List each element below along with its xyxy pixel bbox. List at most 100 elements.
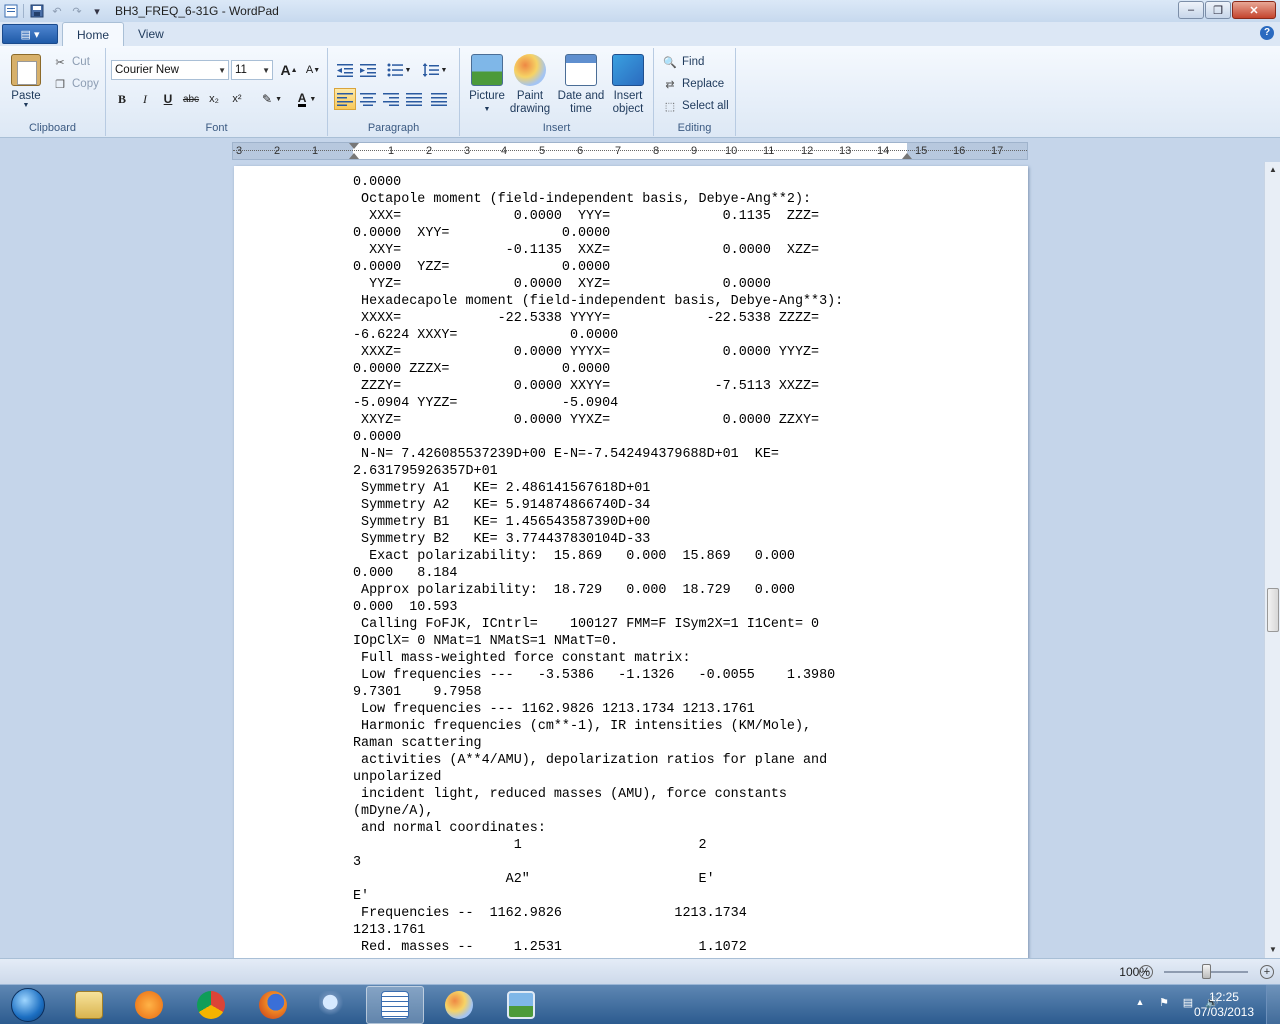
document-page[interactable]: 0.0000 Octapole moment (field-independen… [234, 166, 1028, 958]
document-line: Low frequencies --- 1162.9826 1213.1734 … [353, 702, 755, 717]
document-line: 0.0000 YZZ= 0.0000 [353, 260, 611, 275]
scroll-down-icon[interactable]: ▼ [1265, 942, 1280, 958]
scroll-thumb[interactable] [1267, 588, 1279, 632]
photo-viewer-icon [507, 991, 535, 1019]
shrink-font-icon: A [305, 64, 314, 76]
strikethrough-button[interactable]: abc [180, 88, 202, 110]
redo-icon[interactable]: ↷ [67, 2, 87, 20]
document-line: ZZZY= 0.0000 XXYY= -7.5113 XXZZ= [353, 379, 820, 394]
decrease-indent-icon[interactable] [334, 59, 356, 81]
wordpad-app-icon[interactable] [2, 2, 20, 20]
shrink-font-button[interactable]: A ▼ [302, 59, 324, 81]
zoom-slider-knob[interactable] [1202, 964, 1211, 979]
document-line: -5.0904 YYZZ= -5.0904 [353, 396, 619, 411]
font-color-button[interactable]: A ▼ [290, 88, 324, 110]
chevron-down-icon: ▼ [309, 95, 317, 103]
taskbar-paint[interactable] [430, 986, 488, 1024]
ruler-label: 2 [426, 145, 433, 157]
italic-button[interactable]: I [134, 88, 156, 110]
paragraph-dialog-icon[interactable] [428, 88, 450, 110]
document-line: Symmetry A1 KE= 2.486141567618D+01 [353, 481, 651, 496]
cut-button[interactable]: ✂ Cut [52, 52, 90, 72]
ruler[interactable]: 3 2 1 1 2 3 4 5 6 7 8 9 10 11 12 13 14 1… [232, 142, 1028, 160]
document-line: Calling FoFJK, ICntrl= 100127 FMM=F ISym… [353, 617, 820, 632]
taskbar-media-player[interactable] [120, 986, 178, 1024]
maximize-button[interactable]: ❐ [1205, 1, 1231, 19]
superscript-button[interactable]: x² [226, 88, 248, 110]
align-left-icon[interactable] [334, 88, 356, 110]
clipboard-group: Paste ▼ ✂ Cut ❐ Copy Clipboard [0, 48, 106, 136]
scissors-icon: ✂ [55, 56, 65, 69]
vertical-scrollbar[interactable]: ▲ ▼ [1264, 162, 1280, 958]
select-all-button[interactable]: ⬚ Select all [662, 96, 729, 116]
show-hidden-icons-icon[interactable]: ▲ [1132, 994, 1148, 1010]
document-text[interactable]: 0.0000 Octapole moment (field-independen… [353, 174, 843, 956]
bullet-list-icon[interactable]: ▼ [384, 59, 414, 81]
font-size-select[interactable]: 11 ▼ [231, 60, 273, 80]
zoom-in-button[interactable]: + [1260, 965, 1274, 979]
document-line: Symmetry B2 KE= 3.774437830104D-33 [353, 532, 651, 547]
highlight-button[interactable]: ✎ ▼ [255, 88, 289, 110]
hanging-indent-marker[interactable] [349, 153, 359, 159]
chevron-down-icon: ▼ [275, 95, 282, 103]
align-right-icon[interactable] [380, 88, 402, 110]
align-center-icon[interactable] [357, 88, 379, 110]
bold-button[interactable]: B [111, 88, 133, 110]
datetime-label-1: Date and [557, 90, 605, 102]
clock[interactable]: 12:25 07/03/2013 [1194, 990, 1254, 1020]
tab-home[interactable]: Home [62, 22, 125, 46]
zoom-out-button[interactable]: − [1139, 965, 1153, 979]
underline-button[interactable]: U [157, 88, 179, 110]
copy-button[interactable]: ❐ Copy [52, 74, 99, 94]
taskbar-chrome[interactable] [182, 986, 240, 1024]
increase-indent-icon[interactable] [357, 59, 379, 81]
save-icon[interactable] [27, 2, 47, 20]
insert-object-button[interactable]: Insert object [608, 52, 648, 122]
firefox-icon [259, 991, 287, 1019]
show-desktop-button[interactable] [1266, 985, 1280, 1024]
application-menu-button[interactable]: ▤ ▾ [2, 24, 58, 44]
paragraph-group: ▼ ▼ Paragraph [328, 48, 460, 136]
document-line: and normal coordinates: [353, 821, 546, 836]
close-button[interactable]: ✕ [1232, 1, 1276, 19]
taskbar-search-app[interactable] [304, 986, 362, 1024]
paint-label-1: Paint [516, 90, 544, 102]
scroll-up-icon[interactable]: ▲ [1265, 162, 1280, 178]
start-button[interactable] [2, 986, 54, 1024]
object-label-2: object [612, 103, 644, 115]
paste-dropdown-icon[interactable]: ▼ [6, 102, 46, 109]
taskbar-wordpad[interactable] [366, 986, 424, 1024]
tab-view[interactable]: View [124, 22, 178, 46]
replace-button[interactable]: ⇄ Replace [662, 74, 724, 94]
paint-label-2: drawing [509, 103, 551, 115]
document-line: 0.0000 [353, 175, 402, 190]
taskbar-firefox[interactable] [244, 986, 302, 1024]
left-indent-marker[interactable] [349, 143, 359, 149]
paint-drawing-button[interactable]: Paint drawing [508, 52, 552, 122]
find-button[interactable]: 🔍 Find [662, 52, 704, 72]
document-line: Raman scattering [353, 736, 482, 751]
ribbon-tabs: ▤ ▾ Home View ? [0, 22, 1280, 46]
justify-icon[interactable] [403, 88, 425, 110]
replace-icon: ⇄ [665, 78, 675, 91]
undo-icon[interactable]: ↶ [47, 2, 67, 20]
subscript-button[interactable]: x₂ [203, 88, 225, 110]
line-spacing-icon[interactable]: ▼ [420, 59, 450, 81]
date-time-button[interactable]: Date and time [556, 52, 606, 122]
taskbar-image-viewer[interactable] [492, 986, 550, 1024]
font-family-select[interactable]: Courier New ▼ [111, 60, 229, 80]
ruler-label: 3 [464, 145, 471, 157]
help-icon[interactable]: ? [1260, 26, 1274, 40]
grow-font-button[interactable]: A ▲ [278, 59, 300, 81]
document-line: Symmetry A2 KE= 5.914874866740D-34 [353, 498, 651, 513]
document-line: 1 2 [353, 838, 707, 853]
paste-button[interactable]: Paste ▼ [6, 52, 46, 112]
picture-button[interactable]: Picture ▼ [466, 52, 508, 122]
taskbar-explorer[interactable] [60, 986, 118, 1024]
customize-qat-icon[interactable]: ▾ [87, 2, 107, 20]
action-center-flag-icon[interactable]: ⚑ [1156, 994, 1172, 1010]
right-indent-marker[interactable] [902, 153, 912, 159]
minimize-button[interactable]: – [1178, 1, 1204, 19]
document-line: 0.0000 ZZZX= 0.0000 [353, 362, 611, 377]
ruler-label: 11 [763, 145, 775, 157]
